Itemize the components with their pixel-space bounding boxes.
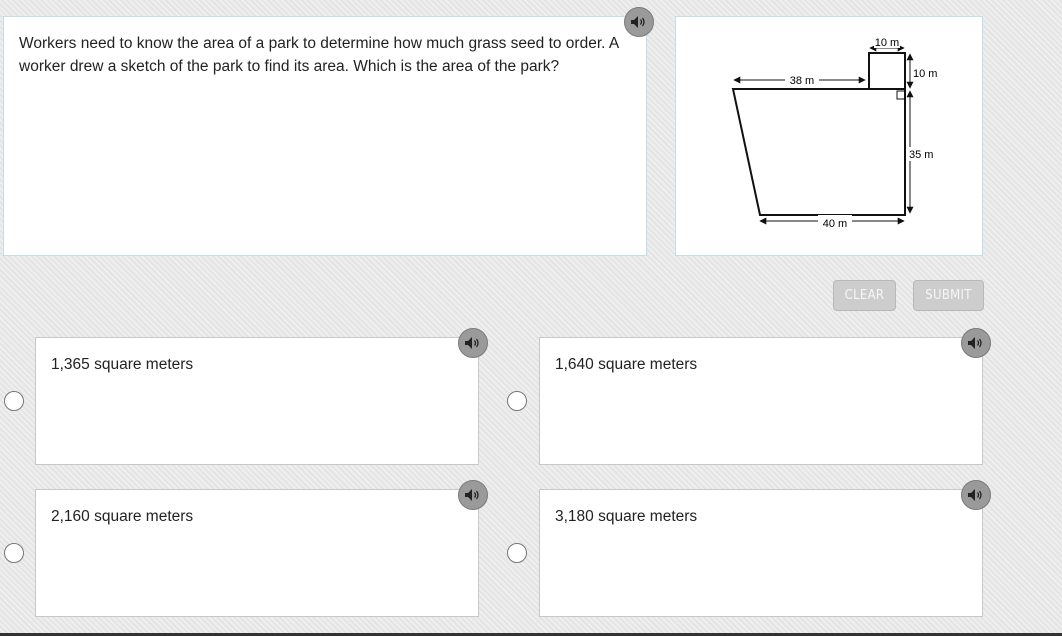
option-1-radio[interactable] xyxy=(4,391,24,411)
option-4-label: 3,180 square meters xyxy=(555,508,698,525)
speaker-icon xyxy=(631,16,645,28)
park-diagram: 10 m 10 m 38 m 35 m 40 m xyxy=(731,37,939,230)
submit-button[interactable]: SUBMIT xyxy=(913,280,984,311)
speaker-icon xyxy=(465,337,479,349)
option-2-audio-button[interactable] xyxy=(961,328,991,358)
label-top-length: 38 m xyxy=(790,75,814,87)
option-3[interactable]: 2,160 square meters xyxy=(35,489,479,617)
speaker-icon xyxy=(465,489,479,501)
question-audio-button[interactable] xyxy=(624,7,654,37)
speaker-icon xyxy=(968,337,982,349)
label-top-square-height: 10 m xyxy=(913,68,937,80)
option-3-radio[interactable] xyxy=(4,543,24,563)
question-panel: Workers need to know the area of a park … xyxy=(3,16,647,256)
option-4[interactable]: 3,180 square meters xyxy=(539,489,983,617)
option-2[interactable]: 1,640 square meters xyxy=(539,337,983,465)
option-2-label: 1,640 square meters xyxy=(555,356,698,373)
option-4-radio[interactable] xyxy=(507,543,527,563)
option-4-audio-button[interactable] xyxy=(961,480,991,510)
option-3-audio-button[interactable] xyxy=(458,480,488,510)
speaker-icon xyxy=(968,489,982,501)
option-2-radio[interactable] xyxy=(507,391,527,411)
question-text: Workers need to know the area of a park … xyxy=(19,35,619,75)
option-1-label: 1,365 square meters xyxy=(51,356,194,373)
label-right-height: 35 m xyxy=(909,149,933,161)
figure-panel: 10 m 10 m 38 m 35 m 40 m xyxy=(675,16,983,256)
option-1-audio-button[interactable] xyxy=(458,328,488,358)
label-bottom-length: 40 m xyxy=(823,218,847,230)
clear-button[interactable]: CLEAR xyxy=(833,280,896,311)
label-top-square-width: 10 m xyxy=(875,37,899,49)
park-square xyxy=(868,52,906,90)
park-trapezoid xyxy=(731,88,906,216)
option-3-label: 2,160 square meters xyxy=(51,508,194,525)
option-1[interactable]: 1,365 square meters xyxy=(35,337,479,465)
